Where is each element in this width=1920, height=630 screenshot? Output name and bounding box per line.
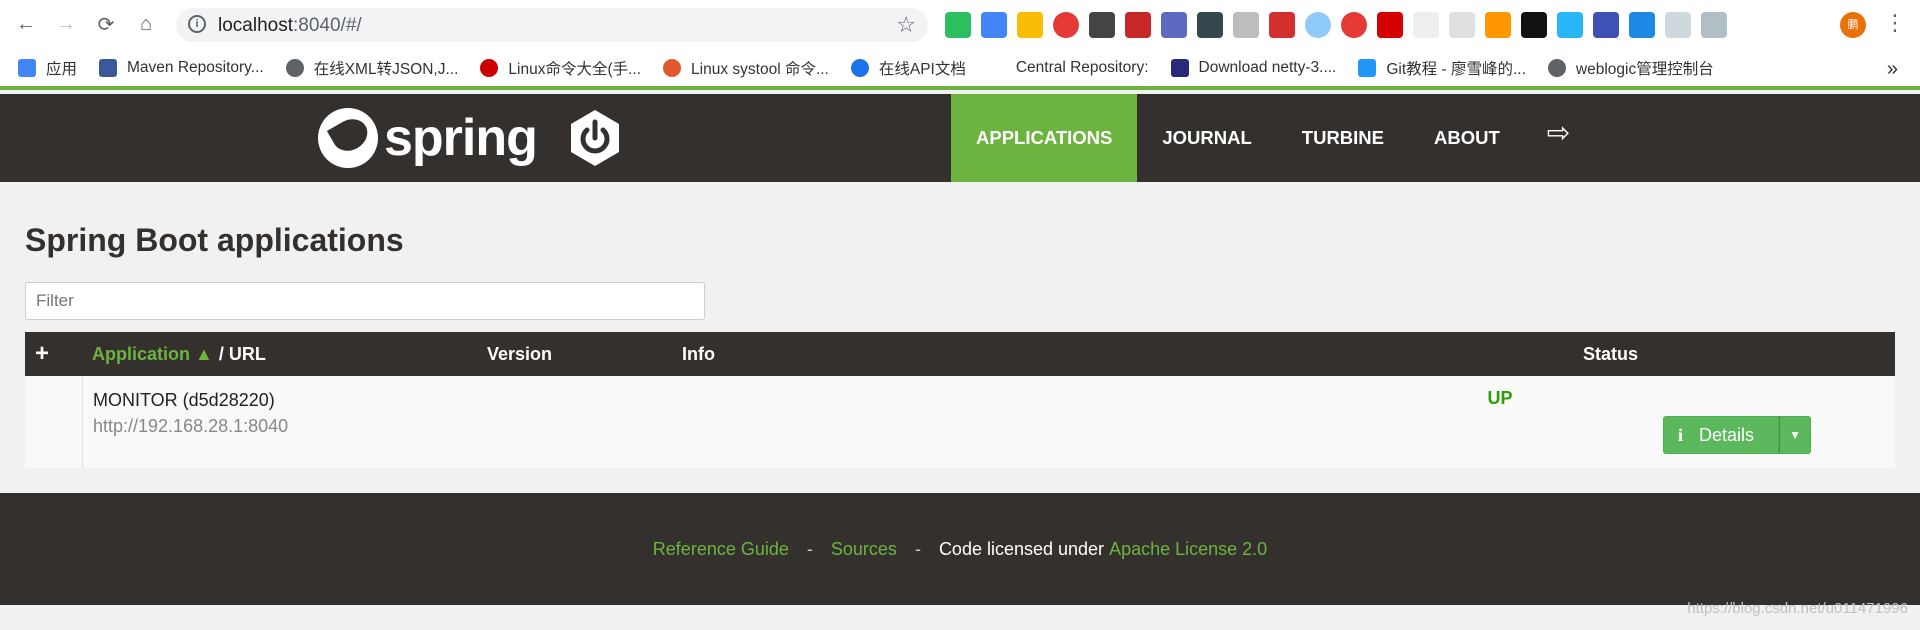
evernote-icon[interactable] [945,12,971,38]
s-icon[interactable] [1629,12,1655,38]
info-icon: i [1678,424,1684,445]
bookmarks-overflow-icon[interactable]: » [1887,58,1898,81]
spring-logo[interactable]: spring [318,108,625,168]
redhat-icon [480,59,499,77]
site-info-icon[interactable]: i [188,15,206,33]
nav-applications[interactable]: APPLICATIONS [951,94,1138,182]
bird-icon[interactable] [1449,12,1475,38]
bookmark-central-repository[interactable]: Central Repository: [1016,59,1149,77]
address-url[interactable]: localhost:8040/#/ [218,15,362,37]
nav-turbine[interactable]: TURBINE [1277,94,1409,182]
pilcrow-icon[interactable] [1485,12,1511,38]
owl-icon[interactable] [1161,12,1187,38]
app-navbar: spring APPLICATIONS JOURNAL TURBINE ABOU… [0,94,1920,182]
back-icon[interactable]: ← [14,12,38,36]
logout-icon[interactable]: ⇨ [1525,94,1592,182]
nav-journal[interactable]: JOURNAL [1137,94,1276,182]
spring-boot-power-icon [565,108,625,168]
bookmark-star-icon[interactable]: ☆ [896,12,916,38]
globe-icon [1547,59,1566,77]
mouse-icon[interactable] [1665,12,1691,38]
bookmark-weblogic[interactable]: weblogic管理控制台 [1547,57,1714,79]
column-version: Version [487,343,553,364]
watermark: https://blog.csdn.net/u011471996 [1687,600,1908,617]
gray-ext-icon[interactable] [1233,12,1259,38]
column-info: Info [682,343,715,364]
feather-icon[interactable] [1305,12,1331,38]
main-nav: APPLICATIONS JOURNAL TURBINE ABOUT ⇨ [951,94,1592,182]
flash-icon[interactable] [1053,12,1079,38]
flame-icon [663,59,682,77]
filter-input[interactable] [25,282,705,320]
page-title: Spring Boot applications [25,222,404,258]
column-application-label[interactable]: Application ▲ [92,344,213,365]
chrome-menu-icon[interactable]: ⋮ [1884,10,1906,36]
bookmarks-bar: 应用 Maven Repository... 在线XML转JSON,J... L… [0,50,1920,90]
forward-icon[interactable]: → [54,12,78,36]
add-application-button[interactable]: + [35,332,49,376]
column-status: Status [1583,343,1639,364]
column-application-sort[interactable]: Application ▲ / URL [92,332,266,376]
rocket-icon [1358,59,1377,77]
footer: Reference Guide - Sources - Code license… [0,493,1920,605]
reload-icon[interactable]: ⟳ [94,12,118,36]
caret-down-icon: ▼ [1789,428,1801,442]
cloud-icon[interactable] [1701,12,1727,38]
binary-icon[interactable] [1521,12,1547,38]
footer-separator: - [914,538,921,559]
pdf-icon[interactable] [1125,12,1151,38]
check-icon[interactable] [1413,12,1439,38]
apps-grid-icon [18,59,36,77]
acrobat-icon[interactable] [1269,12,1295,38]
bookmark-api-docs[interactable]: 在线API文档 [850,57,966,79]
details-button-group: i Details ▼ [1663,416,1812,454]
home-icon[interactable]: ⌂ [134,12,158,36]
reference-guide-link[interactable]: Reference Guide [653,539,789,560]
application-name: MONITOR (d5d28220) [93,390,275,410]
bookmark-xml-json[interactable]: 在线XML转JSON,J... [285,57,458,79]
color-picker-icon[interactable] [1017,12,1043,38]
table-header: + Application ▲ / URL Version Info Status [25,332,1895,376]
license-text: Code licensed under [938,538,1105,559]
bookmark-git-tutorial[interactable]: Git教程 - 廖雪峰的... [1358,57,1526,79]
apache-license-link[interactable]: Apache License 2.0 [1109,539,1267,560]
abp-icon[interactable] [1341,12,1367,38]
sources-link[interactable]: Sources [831,539,897,560]
mvn-icon [99,59,118,77]
browser-toolbar: ← → ⟳ ⌂ i localhost:8040/#/ ☆ 鹏 ⋮ [0,0,1920,50]
fe-icon[interactable] [1377,12,1403,38]
bookmark-maven[interactable]: Maven Repository... [99,59,264,77]
page-bottom [0,605,1920,630]
window-icon[interactable] [1593,12,1619,38]
bookmark-apps[interactable]: 应用 [18,57,77,79]
nav-about[interactable]: ABOUT [1409,94,1525,182]
row-gutter [25,376,83,468]
details-label: Details [1699,424,1755,445]
book-icon [1170,59,1189,77]
bookmark-linux-systool[interactable]: Linux systool 命令... [663,57,829,79]
c-icon [850,59,869,77]
address-bar[interactable]: i localhost:8040/#/ ☆ [176,8,928,42]
translate-icon[interactable] [981,12,1007,38]
column-url-label: / URL [218,343,266,364]
download-icon[interactable] [1089,12,1115,38]
table-row: MONITOR (d5d28220) http://192.168.28.1:8… [25,376,1895,468]
profile-avatar[interactable]: 鹏 [1840,12,1866,38]
asterisk-icon[interactable] [1557,12,1583,38]
extension-icons [945,12,1727,38]
applications-table: + Application ▲ / URL Version Info Status… [25,332,1895,468]
bookmark-linux-commands[interactable]: Linux命令大全(手... [480,57,641,79]
status-badge: UP [1487,388,1513,408]
globe-icon [285,59,304,77]
dots-icon[interactable] [1197,12,1223,38]
details-button[interactable]: i Details [1663,416,1780,454]
brand-name: spring [384,109,538,167]
bookmark-netty[interactable]: Download netty-3.... [1170,59,1336,77]
spring-leaf-icon [318,108,378,168]
details-dropdown-toggle[interactable]: ▼ [1779,416,1812,454]
application-url[interactable]: http://192.168.28.1:8040 [93,416,288,437]
footer-separator: - [806,538,813,559]
